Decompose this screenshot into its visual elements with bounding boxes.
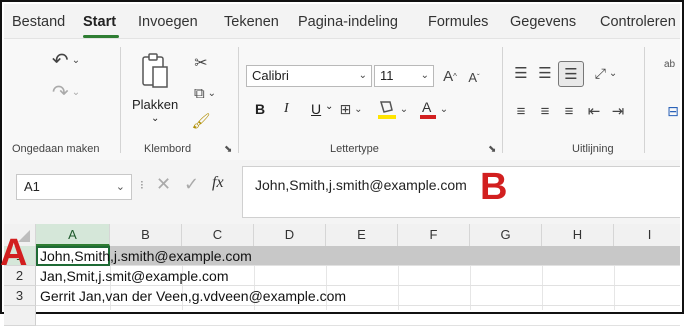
column-header-a[interactable]: A [36,224,110,246]
table-row[interactable]: Jan,Smit,j.smit@example.com [36,266,680,286]
borders-icon[interactable]: ⊞ ⌄ [336,99,366,119]
ribbon-tabs: Bestand Start Invoegen Tekenen Pagina-in… [4,4,680,38]
undo-icon[interactable]: ↶ ⌄ [48,49,84,72]
column-headers: A B C D E F G H I [4,224,680,247]
cell-a2[interactable]: Jan,Smit,j.smit@example.com [40,266,228,286]
italic-button[interactable]: I [284,101,289,117]
divider [238,47,239,153]
tab-bestand[interactable]: Bestand [12,14,65,30]
tab-formules[interactable]: Formules [428,14,488,30]
underline-button[interactable]: U [311,101,321,117]
column-header-h[interactable]: H [542,224,614,246]
orientation-icon[interactable]: ⤢ ⌄ [588,63,624,83]
cell-a3[interactable]: Gerrit Jan,van der Veen,g.vdveen@example… [40,286,346,306]
decrease-indent-icon[interactable]: ⇤ [584,101,604,121]
table-row[interactable]: Gerrit Jan,van der Veen,g.vdveen@example… [36,286,680,306]
paste-icon[interactable] [138,51,172,91]
font-size-value: 11 [380,68,394,83]
font-size-dropdown[interactable]: 11 ⌄ [374,65,434,87]
align-left-icon[interactable]: ≡ [512,101,530,121]
window-frame: Bestand Start Invoegen Tekenen Pagina-in… [0,0,684,326]
cancel-icon[interactable]: ✕ [156,174,171,195]
align-right-icon[interactable]: ≡ [560,101,578,121]
name-box-value: A1 [24,179,40,194]
wrap-text-icon[interactable]: ab [664,59,675,70]
format-painter-icon[interactable]: 🖌 [190,111,212,131]
tab-controleren[interactable]: Controleren [600,14,676,30]
increase-indent-icon[interactable]: ⇥ [608,101,628,121]
fill-color-icon[interactable]: ⌄ [374,97,410,121]
grow-font-icon[interactable]: A ^ [440,65,460,87]
chevron-down-icon: ⌄ [420,70,429,81]
merge-center-icon[interactable]: ⊟ [664,101,682,121]
bold-button[interactable]: B [255,101,265,117]
enter-icon[interactable]: ✓ [184,174,199,195]
tab-invoegen[interactable]: Invoegen [138,14,198,30]
annotation-a: A [0,232,28,274]
tab-start[interactable]: Start [83,14,116,30]
shrink-font-icon[interactable]: Aˇ [464,67,484,87]
row-header-4[interactable] [4,306,36,326]
more-options-icon[interactable]: ⁝ [140,178,144,192]
cut-icon[interactable]: ✂ [190,53,212,73]
chevron-down-icon[interactable]: ⌄ [325,101,333,112]
font-name-dropdown[interactable]: Calibri ⌄ [246,65,372,87]
cell-a1[interactable]: John,Smith,j.smith@example.com [40,246,252,266]
font-name-value: Calibri [252,68,289,83]
copy-icon[interactable]: ⧉ ⌄ [188,83,222,103]
group-label-font: Lettertype [330,143,379,155]
column-header-f[interactable]: F [398,224,470,246]
annotation-b: B [480,166,508,208]
row-text-container: John,Smith,j.smith@example.com [36,246,680,266]
formula-bar: A1 ⌄ ⁝ ✕ ✓ fx John,Smith,j.smith@example… [4,160,680,224]
column-header-c[interactable]: C [182,224,254,246]
row-header-3[interactable]: 3 [4,286,36,306]
font-color-icon[interactable]: A ⌄ [416,97,450,121]
tab-pagina-indeling[interactable]: Pagina-indeling [298,14,398,30]
column-header-g[interactable]: G [470,224,542,246]
group-label-clipboard: Klembord [144,143,192,155]
name-box[interactable]: A1 ⌄ [16,174,132,200]
divider [120,47,121,153]
svg-text:A: A [422,99,432,115]
tab-tekenen[interactable]: Tekenen [224,14,279,30]
chevron-down-icon: ⌄ [358,70,367,81]
align-center-icon[interactable]: ≡ [536,101,554,121]
group-label-alignment: Uitlijning [572,143,614,155]
table-row[interactable] [36,306,680,326]
insert-function-icon[interactable]: fx [212,174,224,192]
column-header-e[interactable]: E [326,224,398,246]
dialog-launcher-icon[interactable]: ⬊ [224,144,232,155]
column-header-b[interactable]: B [110,224,182,246]
formula-content: John,Smith,j.smith@example.com [255,177,467,193]
formula-input[interactable]: John,Smith,j.smith@example.com [242,166,680,218]
divider [502,47,503,153]
align-bottom-icon[interactable]: ☰ [558,61,584,87]
paste-button-label[interactable]: Plakken [132,97,178,112]
group-label-undo: Ongedaan maken [12,143,100,155]
divider [644,47,645,153]
redo-icon[interactable]: ↷ ⌄ [48,81,84,104]
tab-gegevens[interactable]: Gegevens [510,14,576,30]
chevron-down-icon[interactable]: ⌄ [151,113,159,124]
column-header-d[interactable]: D [254,224,326,246]
align-top-icon[interactable]: ☰ [512,63,530,83]
spreadsheet-grid: A B C D E F G H I 1 John,Smith,j.smith@e… [4,224,680,326]
align-middle-icon[interactable]: ☰ [536,63,554,83]
ribbon: ↶ ⌄ ↷ ⌄ Ongedaan maken Plakken ⌄ ✂ ⧉ ⌄ 🖌 Kl… [4,38,680,162]
column-header-i[interactable]: I [614,224,684,246]
dialog-launcher-icon[interactable]: ⬊ [488,144,496,155]
chevron-down-icon: ⌄ [115,181,125,193]
